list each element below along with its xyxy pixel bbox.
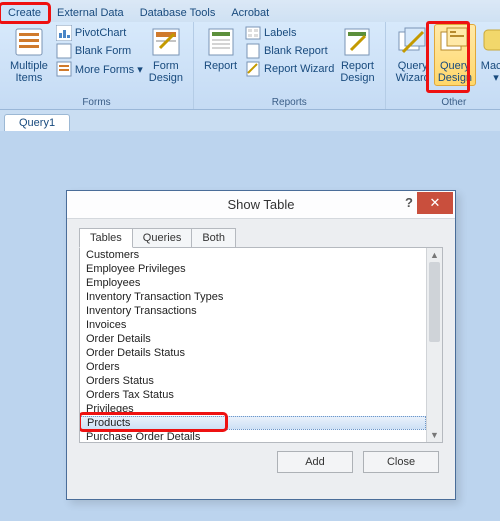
- close-icon: ✕: [430, 195, 441, 211]
- ribbon-tab-acrobat[interactable]: Acrobat: [223, 4, 277, 22]
- report-button[interactable]: Report: [200, 24, 241, 86]
- dialog-title: Show Table: [228, 197, 295, 212]
- report-wizard-label: Report Wizard: [264, 63, 334, 75]
- labels-button[interactable]: Labels: [243, 24, 336, 42]
- more-forms-button[interactable]: More Forms ▾: [54, 60, 145, 78]
- report-wizard-icon: [245, 61, 261, 77]
- dialog-body: Tables Queries Both CustomersEmployee Pr…: [67, 219, 455, 443]
- multiple-items-icon: [13, 26, 45, 58]
- more-forms-icon: [56, 61, 72, 77]
- query-wizard-button[interactable]: Query Wizard: [392, 24, 434, 86]
- dialog-titlebar[interactable]: Show Table ? ✕: [67, 191, 455, 219]
- add-button[interactable]: Add: [277, 451, 353, 473]
- help-button[interactable]: ?: [405, 195, 413, 210]
- query-design-icon: [439, 26, 471, 58]
- report-wizard-button[interactable]: Report Wizard: [243, 60, 336, 78]
- list-item[interactable]: Privileges: [80, 402, 426, 416]
- pivotchart-icon: [56, 25, 72, 41]
- group-forms: Multiple Items PivotChart Blank Form Mor…: [0, 22, 194, 109]
- group-other-title: Other: [441, 97, 466, 109]
- scroll-down-button[interactable]: ▼: [427, 428, 442, 442]
- ribbon-body: Multiple Items PivotChart Blank Form Mor…: [0, 22, 500, 110]
- more-forms-label: More Forms ▾: [75, 63, 143, 76]
- pivotchart-button[interactable]: PivotChart: [54, 24, 145, 42]
- document-tab-query1[interactable]: Query1: [4, 114, 70, 131]
- scroll-up-button[interactable]: ▲: [427, 248, 442, 262]
- macro-label: Macro ▾: [480, 60, 500, 84]
- report-design-label: Report Design: [340, 60, 374, 84]
- close-button[interactable]: ✕: [417, 192, 453, 214]
- ribbon-tabstrip: Create External Data Database Tools Acro…: [0, 0, 500, 22]
- tables-listbox[interactable]: CustomersEmployee PrivilegesEmployeesInv…: [79, 247, 443, 443]
- group-reports-title: Reports: [272, 97, 307, 109]
- group-forms-title: Forms: [82, 97, 110, 109]
- close-dialog-button[interactable]: Close: [363, 451, 439, 473]
- blank-report-button[interactable]: Blank Report: [243, 42, 336, 60]
- labels-label: Labels: [264, 27, 296, 39]
- scroll-thumb[interactable]: [429, 262, 440, 342]
- multiple-items-label: Multiple Items: [10, 60, 48, 84]
- pivotchart-label: PivotChart: [75, 27, 126, 39]
- macro-button[interactable]: Macro ▾: [476, 24, 500, 86]
- list-item[interactable]: Orders Tax Status: [80, 388, 426, 402]
- report-icon: [205, 26, 237, 58]
- dialog-tab-queries[interactable]: Queries: [132, 228, 193, 248]
- dialog-tab-both[interactable]: Both: [191, 228, 236, 248]
- blank-report-label: Blank Report: [264, 45, 328, 57]
- list-item[interactable]: Purchase Order Details: [80, 430, 426, 442]
- report-design-button[interactable]: Report Design: [336, 24, 378, 86]
- form-design-label: Form Design: [149, 60, 183, 84]
- query-design-button[interactable]: Query Design: [434, 24, 476, 86]
- list-item[interactable]: Products: [80, 416, 426, 430]
- form-design-button[interactable]: Form Design: [145, 24, 187, 86]
- scrollbar[interactable]: ▲ ▼: [426, 248, 442, 442]
- list-item[interactable]: Invoices: [80, 318, 426, 332]
- dialog-tabstrip: Tables Queries Both: [79, 228, 443, 248]
- query-wizard-label: Query Wizard: [396, 60, 430, 84]
- macro-icon: [480, 26, 500, 58]
- document-tabstrip: Query1: [0, 110, 500, 131]
- group-reports: Report Labels Blank Report Report Wizard: [194, 22, 386, 109]
- blank-form-button[interactable]: Blank Form: [54, 42, 145, 60]
- list-item[interactable]: Inventory Transaction Types: [80, 290, 426, 304]
- list-item[interactable]: Order Details Status: [80, 346, 426, 360]
- list-item[interactable]: Orders Status: [80, 374, 426, 388]
- list-item[interactable]: Employees: [80, 276, 426, 290]
- report-design-icon: [341, 26, 373, 58]
- report-label: Report: [204, 60, 237, 72]
- ribbon-tab-create[interactable]: Create: [0, 4, 49, 22]
- form-design-icon: [150, 26, 182, 58]
- list-item[interactable]: Orders: [80, 360, 426, 374]
- blank-form-icon: [56, 43, 72, 59]
- query-design-label: Query Design: [438, 60, 472, 84]
- dialog-button-row: Add Close: [67, 443, 455, 481]
- group-other: Query Wizard Query Design Macro ▾ Other: [386, 22, 500, 109]
- multiple-items-button[interactable]: Multiple Items: [6, 24, 52, 86]
- dialog-tab-tables[interactable]: Tables: [79, 228, 133, 248]
- labels-icon: [245, 25, 261, 41]
- list-item[interactable]: Employee Privileges: [80, 262, 426, 276]
- ribbon-tab-database-tools[interactable]: Database Tools: [132, 4, 224, 22]
- list-item[interactable]: Inventory Transactions: [80, 304, 426, 318]
- query-wizard-icon: [397, 26, 429, 58]
- blank-report-icon: [245, 43, 261, 59]
- list-item[interactable]: Order Details: [80, 332, 426, 346]
- show-table-dialog: Show Table ? ✕ Tables Queries Both Custo…: [66, 190, 456, 500]
- blank-form-label: Blank Form: [75, 45, 131, 57]
- ribbon-tab-external-data[interactable]: External Data: [49, 4, 132, 22]
- list-item[interactable]: Customers: [80, 248, 426, 262]
